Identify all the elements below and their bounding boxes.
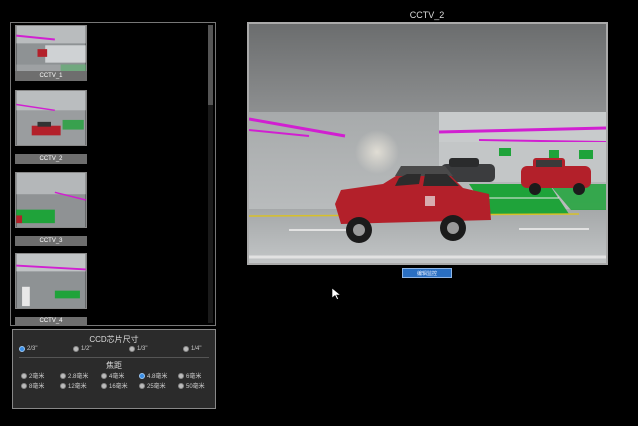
- camera-label-2: CCTV_2: [15, 154, 87, 164]
- cctv-main-view: [247, 22, 608, 265]
- focal-option-12mm[interactable]: 12毫米: [60, 381, 87, 390]
- radio-icon[interactable]: [178, 382, 184, 389]
- camera-thumbnail-4[interactable]: [15, 253, 87, 309]
- parking-garage-scene: [249, 24, 606, 263]
- ccd-option-1[interactable]: 2/3": [19, 346, 37, 352]
- camera-thumbnail-2[interactable]: [15, 90, 87, 146]
- radio-icon[interactable]: [101, 382, 107, 389]
- scrollbar-thumb[interactable]: [208, 25, 213, 105]
- camera-settings-panel: CCD芯片尺寸 2/3" 1/2" 1/3" 1/4" 焦距 2毫米 2.8毫米…: [12, 329, 216, 409]
- radio-icon[interactable]: [21, 372, 27, 379]
- radio-icon[interactable]: [60, 372, 66, 379]
- focal-option-6mm[interactable]: 6毫米: [178, 371, 201, 380]
- radio-icon[interactable]: [101, 372, 107, 379]
- camera-label-4: CCTV_4: [15, 317, 87, 326]
- radio-icon[interactable]: [183, 346, 189, 352]
- focal-length-title: 焦距: [106, 361, 122, 370]
- focal-option-2-8mm[interactable]: 2.8毫米: [60, 371, 88, 380]
- radio-icon[interactable]: [129, 346, 135, 352]
- arrow-cursor-icon: [332, 288, 341, 300]
- focal-option-8mm[interactable]: 8毫米: [21, 381, 44, 390]
- camera-2-preview: [16, 91, 86, 145]
- ccd-size-title: CCD芯片尺寸: [89, 335, 139, 344]
- camera-label-3: CCTV_3: [15, 236, 87, 246]
- radio-icon[interactable]: [21, 382, 27, 389]
- camera-3-preview: [16, 173, 86, 227]
- settings-divider: [19, 357, 209, 358]
- focal-option-25mm[interactable]: 25毫米: [139, 381, 166, 390]
- focal-option-4-8mm[interactable]: 4.8毫米: [139, 371, 167, 380]
- radio-icon[interactable]: [139, 382, 145, 389]
- camera-list-panel: CCTV_1 CCTV_2 CCTV_3 CCTV_4: [10, 22, 216, 326]
- camera-4-preview: [16, 254, 86, 308]
- list-scrollbar[interactable]: [208, 25, 213, 323]
- main-view-title: CCTV_2: [409, 10, 445, 20]
- focal-option-4mm[interactable]: 4毫米: [101, 371, 124, 380]
- focal-option-2mm[interactable]: 2毫米: [21, 371, 44, 380]
- radio-icon[interactable]: [60, 382, 66, 389]
- ccd-option-4[interactable]: 1/4": [183, 346, 201, 352]
- camera-thumbnail-3[interactable]: [15, 172, 87, 228]
- radio-icon[interactable]: [178, 372, 184, 379]
- radio-icon[interactable]: [73, 346, 79, 352]
- ccd-option-3[interactable]: 1/3": [129, 346, 147, 352]
- camera-label-1: CCTV_1: [15, 71, 87, 81]
- edit-camera-button[interactable]: 编辑监控: [402, 268, 452, 278]
- ccd-option-2[interactable]: 1/2": [73, 346, 91, 352]
- focal-option-16mm[interactable]: 16毫米: [101, 381, 128, 390]
- radio-selected-icon[interactable]: [139, 372, 145, 379]
- focal-option-50mm[interactable]: 50毫米: [178, 381, 205, 390]
- radio-selected-icon[interactable]: [19, 346, 25, 352]
